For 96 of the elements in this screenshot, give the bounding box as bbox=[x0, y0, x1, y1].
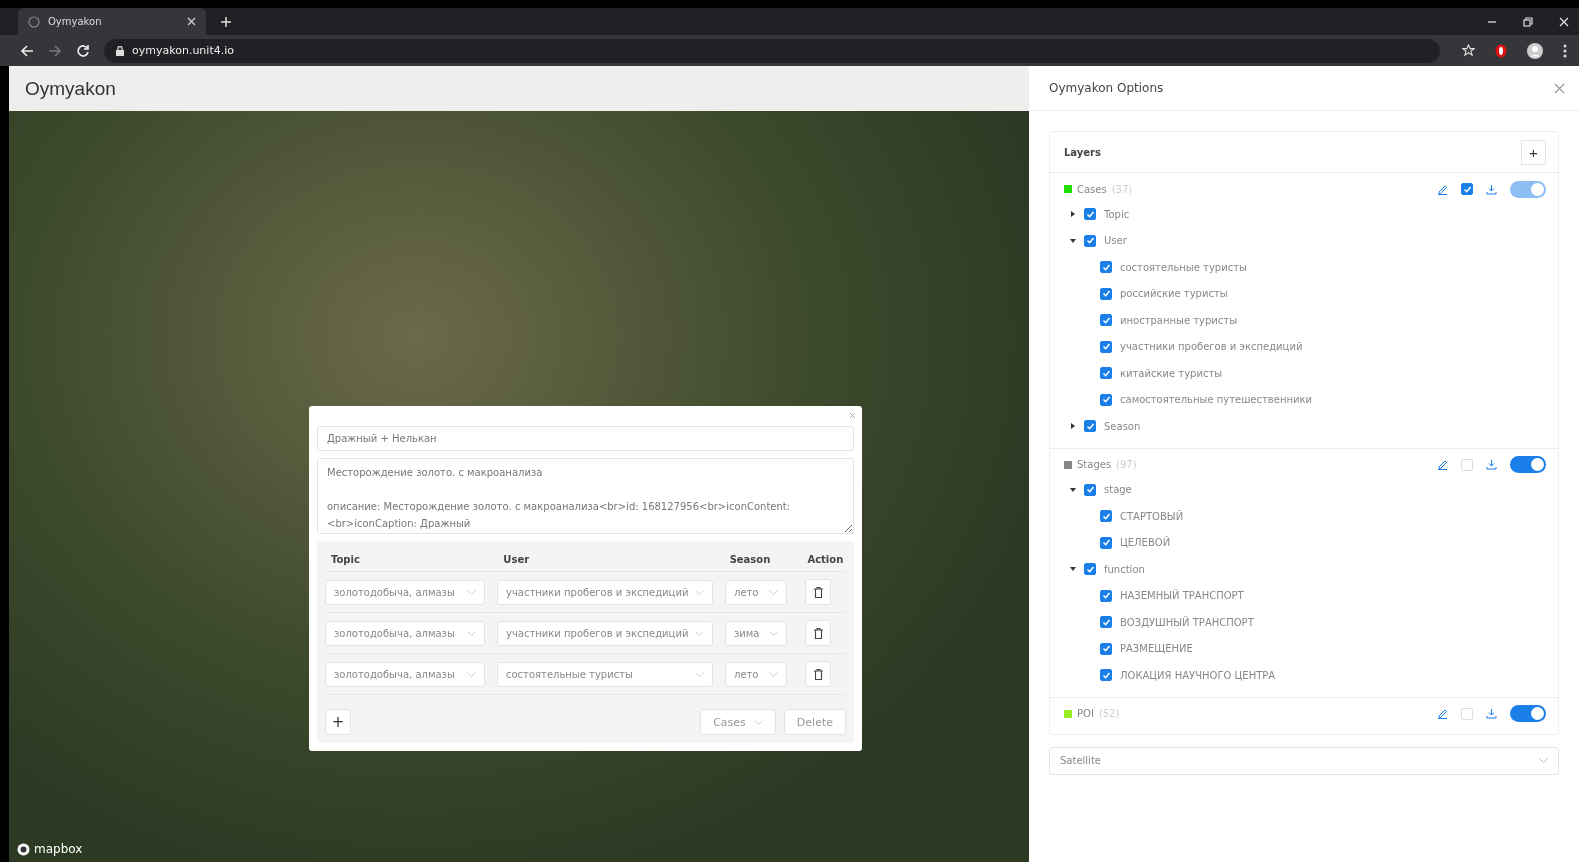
user-dropdown[interactable]: состоятельные туристы bbox=[497, 661, 713, 687]
download-icon[interactable] bbox=[1486, 183, 1497, 195]
group-label: stage bbox=[1104, 484, 1132, 496]
basemap-dropdown[interactable]: Satellite bbox=[1049, 746, 1559, 775]
lock-icon bbox=[116, 45, 124, 56]
filter-label: китайские туристы bbox=[1120, 367, 1223, 379]
layers-title: Layers bbox=[1064, 146, 1101, 158]
chevron-down-icon bbox=[695, 630, 704, 636]
filter-label: российские туристы bbox=[1120, 288, 1228, 300]
panel-title: Oymyakon Options bbox=[1049, 81, 1164, 95]
group-label: Season bbox=[1104, 420, 1141, 432]
chevron-down-icon bbox=[695, 671, 704, 677]
pencil-icon[interactable] bbox=[1437, 708, 1448, 719]
delete-row-button[interactable] bbox=[805, 661, 831, 687]
description-text-area[interactable]: Месторождение золото. с макроанализа описание: Месторождение золото. с макроанализа<br>id: 168127956<br>iconContent: <br>iconCaption: Дражный bbox=[317, 458, 854, 534]
satellite-map-placeholder[interactable] bbox=[9, 111, 1029, 862]
map-attribution[interactable]: mapbox bbox=[34, 842, 83, 856]
chevron-down-icon bbox=[1539, 758, 1548, 763]
address-bar[interactable]: oymyakon.unit4.io bbox=[104, 38, 1440, 63]
chevron-down-icon bbox=[467, 630, 476, 636]
filter-checkbox[interactable] bbox=[1100, 536, 1112, 549]
filter-label: состоятельные туристы bbox=[1120, 261, 1247, 273]
caret-icon[interactable] bbox=[1070, 486, 1076, 493]
group-label: function bbox=[1104, 563, 1145, 575]
chevron-down-icon bbox=[695, 589, 704, 595]
forward-arrow-icon[interactable] bbox=[48, 43, 62, 58]
chevron-down-icon bbox=[769, 589, 778, 595]
delete-button[interactable]: Delete bbox=[783, 709, 846, 735]
group-label: Topic bbox=[1104, 208, 1130, 220]
season-dropdown[interactable]: лето bbox=[725, 579, 787, 605]
chevron-down-icon bbox=[753, 719, 763, 725]
filter-label: ЦЕЛЕВОЙ bbox=[1120, 537, 1171, 549]
tab-title: Oymyakon bbox=[48, 16, 103, 27]
filter-label: самостоятельные путешественники bbox=[1120, 394, 1312, 406]
mapbox-logo-icon bbox=[17, 842, 30, 856]
topic-dropdown[interactable]: золотодобыча, алмазы bbox=[325, 661, 485, 687]
add-layer-button[interactable]: + bbox=[1521, 139, 1546, 165]
filter-label: НАЗЕМНЫЙ ТРАНСПОРТ bbox=[1120, 590, 1244, 602]
back-arrow-icon[interactable] bbox=[20, 43, 34, 58]
trash-icon bbox=[813, 586, 823, 598]
trash-icon bbox=[813, 627, 823, 639]
column-header: Topic bbox=[330, 553, 361, 565]
pencil-icon[interactable] bbox=[1437, 183, 1448, 195]
profile-avatar-icon[interactable] bbox=[1527, 42, 1543, 59]
trash-icon bbox=[813, 668, 823, 680]
download-icon[interactable] bbox=[1486, 708, 1497, 719]
filter-label: СТАРТОВЫЙ bbox=[1120, 510, 1184, 522]
visibility-toggle[interactable] bbox=[1510, 705, 1546, 722]
group-label: User bbox=[1104, 235, 1127, 247]
filter-label: РАЗМЕЩЕНИЕ bbox=[1120, 643, 1193, 655]
filter-label: участники пробегов и экспедиций bbox=[1120, 341, 1303, 353]
menu-icon[interactable] bbox=[1563, 43, 1567, 58]
layer-name: POI bbox=[1077, 708, 1094, 719]
add-row-button[interactable]: + bbox=[325, 709, 351, 735]
globe-icon bbox=[28, 15, 40, 28]
reload-icon[interactable] bbox=[76, 43, 90, 58]
pencil-icon[interactable] bbox=[1437, 459, 1448, 470]
column-header: Action bbox=[806, 553, 845, 565]
column-header: User bbox=[502, 553, 531, 565]
season-dropdown[interactable]: лето bbox=[725, 661, 787, 687]
layer-name: Stages bbox=[1077, 459, 1112, 470]
filter-label: ЛОКАЦИЯ НАУЧНОГО ЦЕНТРА bbox=[1120, 669, 1276, 681]
user-dropdown[interactable]: участники пробегов и экспедиций bbox=[497, 620, 713, 646]
download-icon[interactable] bbox=[1486, 459, 1497, 470]
delete-row-button[interactable] bbox=[805, 620, 831, 646]
group-checkbox[interactable] bbox=[1084, 483, 1096, 496]
filter-checkbox[interactable] bbox=[1100, 616, 1112, 629]
chevron-down-icon bbox=[467, 671, 476, 677]
browser-tab[interactable]: Oymyakon bbox=[18, 8, 206, 35]
plus-icon[interactable] bbox=[220, 15, 232, 28]
restore-icon[interactable] bbox=[1523, 16, 1533, 27]
title-input-field[interactable]: Дражный + Нелькан bbox=[317, 426, 854, 451]
chevron-down-icon bbox=[769, 671, 778, 677]
filter-label: ВОЗДУШНЫЙ ТРАНСПОРТ bbox=[1120, 616, 1254, 628]
app-title: Oymyakon bbox=[25, 77, 116, 100]
season-dropdown[interactable]: зима bbox=[725, 620, 787, 646]
layer-dropdown[interactable]: Cases bbox=[700, 709, 776, 735]
delete-row-button[interactable] bbox=[805, 579, 831, 605]
filter-checkbox[interactable] bbox=[1100, 589, 1112, 602]
chevron-down-icon bbox=[769, 630, 778, 636]
topic-dropdown[interactable]: золотодобыча, алмазы bbox=[325, 579, 485, 605]
column-header: Season bbox=[728, 553, 772, 565]
filter-checkbox[interactable] bbox=[1100, 510, 1112, 523]
extension-icon[interactable] bbox=[1495, 43, 1507, 58]
filter-checkbox[interactable] bbox=[1100, 642, 1112, 655]
topic-dropdown[interactable]: золотодобыча, алмазы bbox=[325, 620, 485, 646]
visibility-toggle[interactable] bbox=[1510, 456, 1546, 473]
filter-checkbox[interactable] bbox=[1100, 669, 1112, 682]
layer-name: Cases bbox=[1077, 183, 1107, 195]
group-checkbox[interactable] bbox=[1084, 563, 1096, 576]
user-dropdown[interactable]: участники пробегов и экспедиций bbox=[497, 579, 713, 605]
star-icon[interactable] bbox=[1462, 44, 1475, 57]
chevron-down-icon bbox=[467, 589, 476, 595]
caret-icon[interactable] bbox=[1070, 566, 1076, 573]
close-icon[interactable] bbox=[187, 17, 196, 26]
filter-label: иностранные туристы bbox=[1120, 314, 1238, 326]
